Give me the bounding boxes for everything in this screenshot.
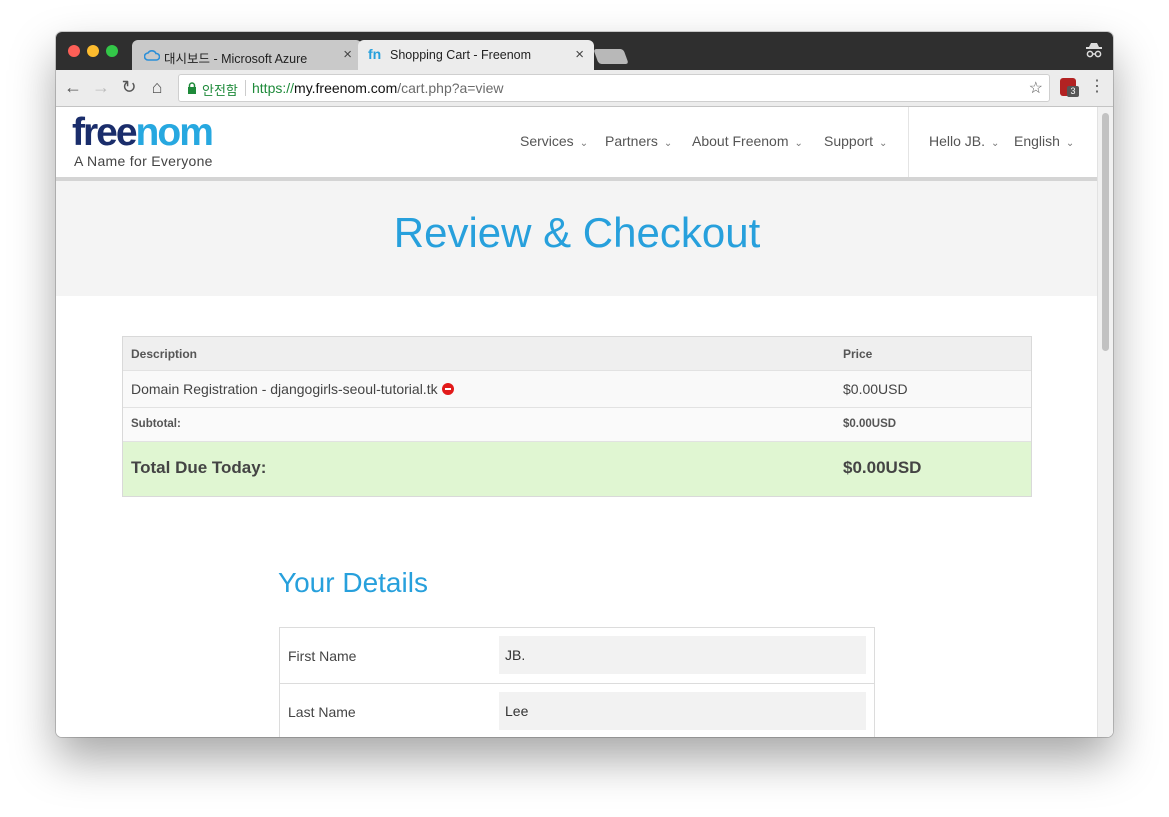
incognito-icon [1085, 41, 1103, 64]
subtotal-value: $0.00USD [843, 418, 897, 430]
security-label: 안전함 [202, 83, 238, 98]
tab-azure[interactable]: 대시보드 - Microsoft Azure × [132, 40, 362, 70]
total-label: Total Due Today: [131, 458, 267, 477]
remove-item-icon[interactable] [441, 383, 454, 395]
chevron-down-icon: ⌄ [1065, 138, 1075, 149]
url-text: https://my.freenom.com/cart.php?a=view [252, 80, 503, 96]
page-scrollbar[interactable] [1097, 107, 1113, 737]
new-tab-button[interactable] [593, 49, 629, 64]
url-scheme: https:// [252, 80, 295, 96]
freenom-logo[interactable]: freenom [72, 113, 214, 153]
browser-toolbar: ← → ↻ ⌂ 안전함 https://my.freenom.com/cart.… [56, 70, 1113, 107]
table-row: Domain Registration - djangogirls-seoul-… [123, 371, 1031, 408]
url-path: /cart.php?a=view [397, 80, 504, 96]
nav-services[interactable]: Services ⌄ [520, 133, 588, 149]
details-form: First Name Last Name [279, 627, 875, 737]
total-value: $0.00USD [843, 458, 922, 477]
browser-menu-icon[interactable]: ⋮ [1089, 76, 1105, 96]
first-name-input[interactable] [499, 636, 866, 674]
cart-header-row: Description Price [123, 337, 1031, 371]
home-icon[interactable]: ⌂ [146, 76, 168, 98]
nav-partners[interactable]: Partners ⌄ [605, 133, 672, 149]
url-host: my.freenom.com [294, 80, 398, 96]
nav-language[interactable]: English ⌄ [1014, 133, 1074, 149]
nav-divider [908, 107, 909, 177]
reload-icon[interactable]: ↻ [118, 76, 140, 98]
freenom-favicon-icon: fn [368, 46, 382, 62]
chevron-down-icon: ⌄ [991, 138, 1000, 149]
omnibox-divider [245, 80, 246, 96]
tagline: A Name for Everyone [74, 153, 213, 169]
last-name-input[interactable] [499, 692, 866, 730]
last-name-row: Last Name [280, 684, 874, 737]
tab-freenom[interactable]: fn Shopping Cart - Freenom × [358, 40, 594, 70]
page-viewport: freenom A Name for Everyone Services ⌄ Pa… [56, 107, 1113, 737]
forward-arrow-icon[interactable]: → [90, 76, 112, 98]
close-tab-icon[interactable]: × [575, 46, 584, 63]
subtotal-label: Subtotal: [131, 418, 181, 430]
bookmark-star-icon[interactable]: ☆ [1029, 78, 1043, 98]
nav-support[interactable]: Support ⌄ [824, 133, 887, 149]
chevron-down-icon: ⌄ [579, 138, 589, 149]
extension-badge: 3 [1067, 86, 1079, 97]
first-name-label: First Name [288, 648, 357, 664]
minimize-window-button[interactable] [87, 45, 99, 57]
browser-window: 대시보드 - Microsoft Azure × fn Shopping Car… [56, 32, 1113, 737]
back-arrow-icon[interactable]: ← [62, 76, 84, 98]
chevron-down-icon: ⌄ [663, 138, 673, 149]
close-tab-icon[interactable]: × [343, 46, 352, 63]
last-name-label: Last Name [288, 704, 356, 720]
nav-about-freenom[interactable]: About Freenom ⌄ [692, 133, 803, 149]
scrollbar-thumb[interactable] [1102, 113, 1109, 351]
tab-title: Shopping Cart - Freenom [390, 48, 532, 62]
total-row: Total Due Today: $0.00USD [123, 442, 1031, 496]
site-header: freenom A Name for Everyone Services ⌄ Pa… [56, 107, 1098, 181]
chevron-down-icon: ⌄ [794, 138, 803, 149]
price-header: Price [843, 347, 873, 361]
hero-banner: Review & Checkout [56, 181, 1098, 296]
subtotal-row: Subtotal: $0.00USD [123, 408, 1031, 442]
page-title: Review & Checkout [393, 209, 761, 256]
tab-title: 대시보드 - Microsoft Azure [164, 52, 308, 66]
your-details-heading: Your Details [278, 567, 428, 598]
fullscreen-window-button[interactable] [106, 45, 118, 57]
cart-table: Description Price Domain Registration - … [122, 336, 1032, 497]
close-window-button[interactable] [68, 45, 80, 57]
address-bar[interactable]: 안전함 https://my.freenom.com/cart.php?a=vi… [178, 74, 1050, 102]
first-name-row: First Name [280, 628, 874, 684]
item-price: $0.00USD [843, 381, 908, 397]
chevron-down-icon: ⌄ [879, 138, 888, 149]
nav-user-menu[interactable]: Hello JB. ⌄ [929, 133, 999, 149]
lock-icon [187, 81, 197, 99]
item-description: Domain Registration - djangogirls-seoul-… [131, 381, 454, 397]
cloud-icon [143, 48, 161, 66]
description-header: Description [131, 347, 198, 361]
tab-strip: 대시보드 - Microsoft Azure × fn Shopping Car… [56, 32, 1113, 70]
